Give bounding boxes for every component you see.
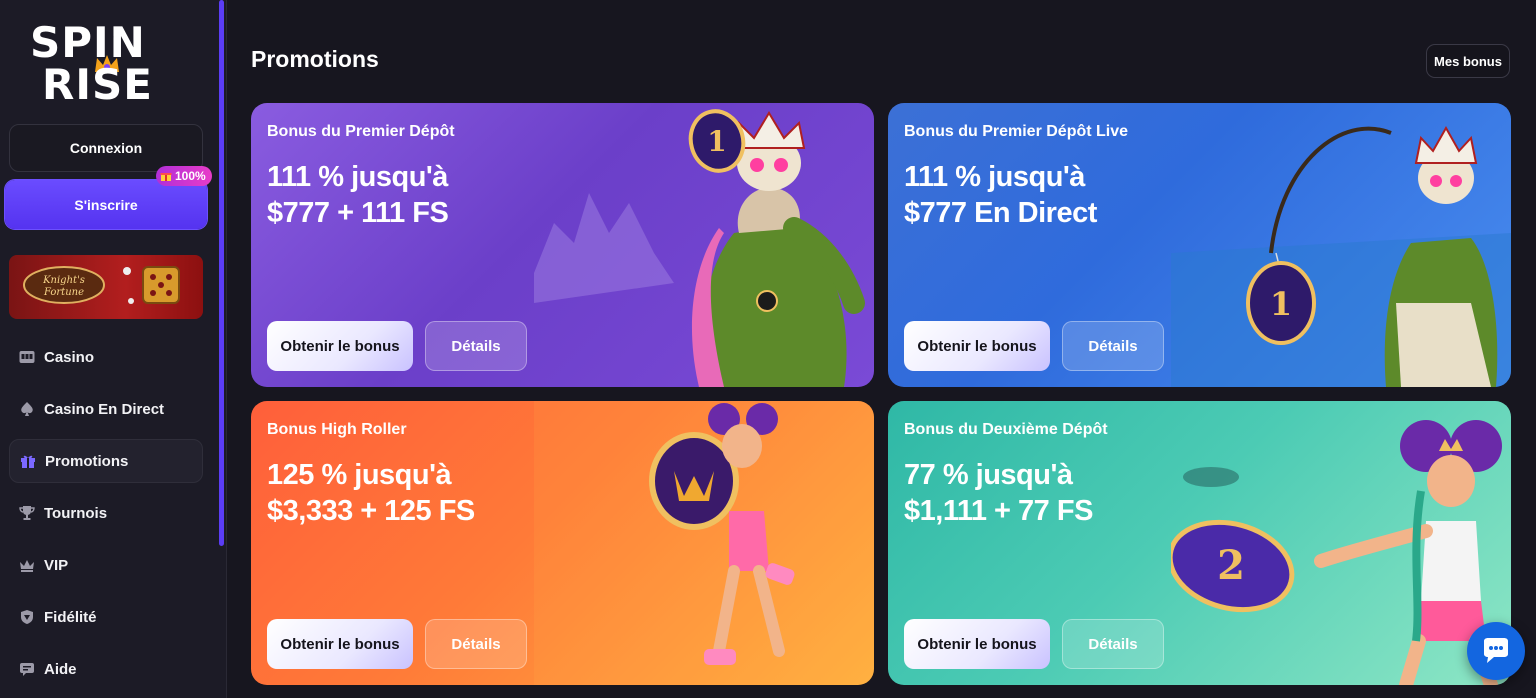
promo-offer-line1: 77 % jusqu'à <box>904 459 1073 491</box>
promo-card-first-deposit: 1 Bonus du Premier Dépôt 111 % jusqu'à $… <box>251 103 874 387</box>
sidebar-scrollbar[interactable] <box>219 0 224 546</box>
promo-offer-line2: $777 + 111 FS <box>267 197 449 229</box>
logo-text-top: SPIN <box>30 18 146 67</box>
sidebar: SPIN RISE Connexion S'inscrire 100% Knig… <box>0 0 227 698</box>
get-bonus-button[interactable]: Obtenir le bonus <box>904 619 1050 669</box>
nav-label: Promotions <box>45 452 129 470</box>
promo-card-high-roller: Bonus High Roller 125 % jusqu'à $3,333 +… <box>251 401 874 685</box>
gift-icon <box>19 453 36 470</box>
nav-label: VIP <box>44 556 69 574</box>
nav-label: Casino En Direct <box>44 400 165 418</box>
brand-logo[interactable]: SPIN RISE <box>30 22 185 110</box>
promo-offer-line1: 111 % jusqu'à <box>904 161 1085 193</box>
nav-item-promotions[interactable]: Promotions <box>9 439 203 483</box>
chip-number: 1 <box>1270 285 1292 323</box>
app-root: SPIN RISE Connexion S'inscrire 100% Knig… <box>0 0 1536 698</box>
trophy-icon <box>18 505 35 522</box>
nav-label: Casino <box>44 348 95 366</box>
promo-title: Bonus High Roller <box>267 421 407 438</box>
details-button[interactable]: Détails <box>425 321 527 371</box>
promo-offer: 111 % jusqu'à $777 En Direct <box>904 159 1234 231</box>
signup-bonus-badge: 100% <box>156 166 212 186</box>
slot-machine-icon <box>18 349 35 366</box>
get-bonus-button[interactable]: Obtenir le bonus <box>267 619 413 669</box>
nav-label: Tournois <box>44 504 108 522</box>
promo-card-second-deposit: 2 Bonus du Deuxième Dépôt 77 % jusqu'à $… <box>888 401 1511 685</box>
fishing-king-illustration: 1 <box>1171 125 1511 387</box>
signup-button[interactable]: S'inscrire <box>5 180 207 229</box>
promo-card-first-deposit-live: 1 Bonus du Premier Dépôt Live 111 % jusq… <box>888 103 1511 387</box>
svg-text:Knight's: Knight's <box>42 275 85 286</box>
promo-offer-line2: $777 En Direct <box>904 197 1097 229</box>
crown-icon <box>18 557 35 574</box>
chat-bubble-icon <box>1484 638 1508 663</box>
nav-item-vip[interactable]: VIP <box>9 543 203 587</box>
promo-offer: 125 % jusqu'à $3,333 + 125 FS <box>267 457 597 529</box>
my-bonus-button[interactable]: Mes bonus <box>1426 44 1510 78</box>
promo-offer-line2: $1,111 + 77 FS <box>904 495 1093 527</box>
spade-icon <box>18 401 35 418</box>
gift-icon <box>160 173 172 181</box>
promo-offer-line1: 111 % jusqu'à <box>267 161 448 193</box>
promo-offer-line2: $3,333 + 125 FS <box>267 495 475 527</box>
svg-text:Fortune: Fortune <box>43 287 84 298</box>
nav-label: Aide <box>44 660 77 678</box>
login-button[interactable]: Connexion <box>9 124 203 172</box>
promo-title: Bonus du Deuxième Dépôt <box>904 421 1108 438</box>
nav-item-help[interactable]: Aide <box>9 647 203 691</box>
nav-item-loyalty[interactable]: Fidélité <box>9 595 203 639</box>
nav-item-tournaments[interactable]: Tournois <box>9 491 203 535</box>
nav-item-casino[interactable]: Casino <box>9 335 203 379</box>
shield-icon <box>18 609 35 626</box>
details-button[interactable]: Détails <box>1062 321 1164 371</box>
promo-offer-line1: 125 % jusqu'à <box>267 459 452 491</box>
logo-text-bottom: RISE <box>42 60 153 109</box>
details-button[interactable]: Détails <box>425 619 527 669</box>
live-chat-button[interactable] <box>1467 622 1525 680</box>
promo-title: Bonus du Premier Dépôt <box>267 123 455 140</box>
nav-item-live-casino[interactable]: Casino En Direct <box>9 387 203 431</box>
get-bonus-button[interactable]: Obtenir le bonus <box>904 321 1050 371</box>
get-bonus-button[interactable]: Obtenir le bonus <box>267 321 413 371</box>
chat-icon <box>18 661 35 678</box>
queen-character-illustration: 2 <box>1171 420 1502 685</box>
signup-badge-text: 100% <box>175 169 206 183</box>
promo-offer: 77 % jusqu'à $1,111 + 77 FS <box>904 457 1234 529</box>
promo-offer: 111 % jusqu'à $777 + 111 FS <box>267 159 597 231</box>
game-banner[interactable]: Knight's Fortune <box>9 255 203 319</box>
details-button[interactable]: Détails <box>1062 619 1164 669</box>
roller-skater-illustration <box>534 401 874 685</box>
chip-number: 1 <box>707 125 726 158</box>
knights-fortune-banner-art: Knight's Fortune <box>23 266 180 304</box>
chip-number: 2 <box>1217 542 1245 589</box>
main-content: Promotions Mes bonus 1 Bonus du Premier … <box>228 0 1536 698</box>
nav-label: Fidélité <box>44 608 97 626</box>
page-title: Promotions <box>251 46 379 72</box>
promo-title: Bonus du Premier Dépôt Live <box>904 123 1129 140</box>
king-character-illustration: 1 <box>534 109 865 387</box>
